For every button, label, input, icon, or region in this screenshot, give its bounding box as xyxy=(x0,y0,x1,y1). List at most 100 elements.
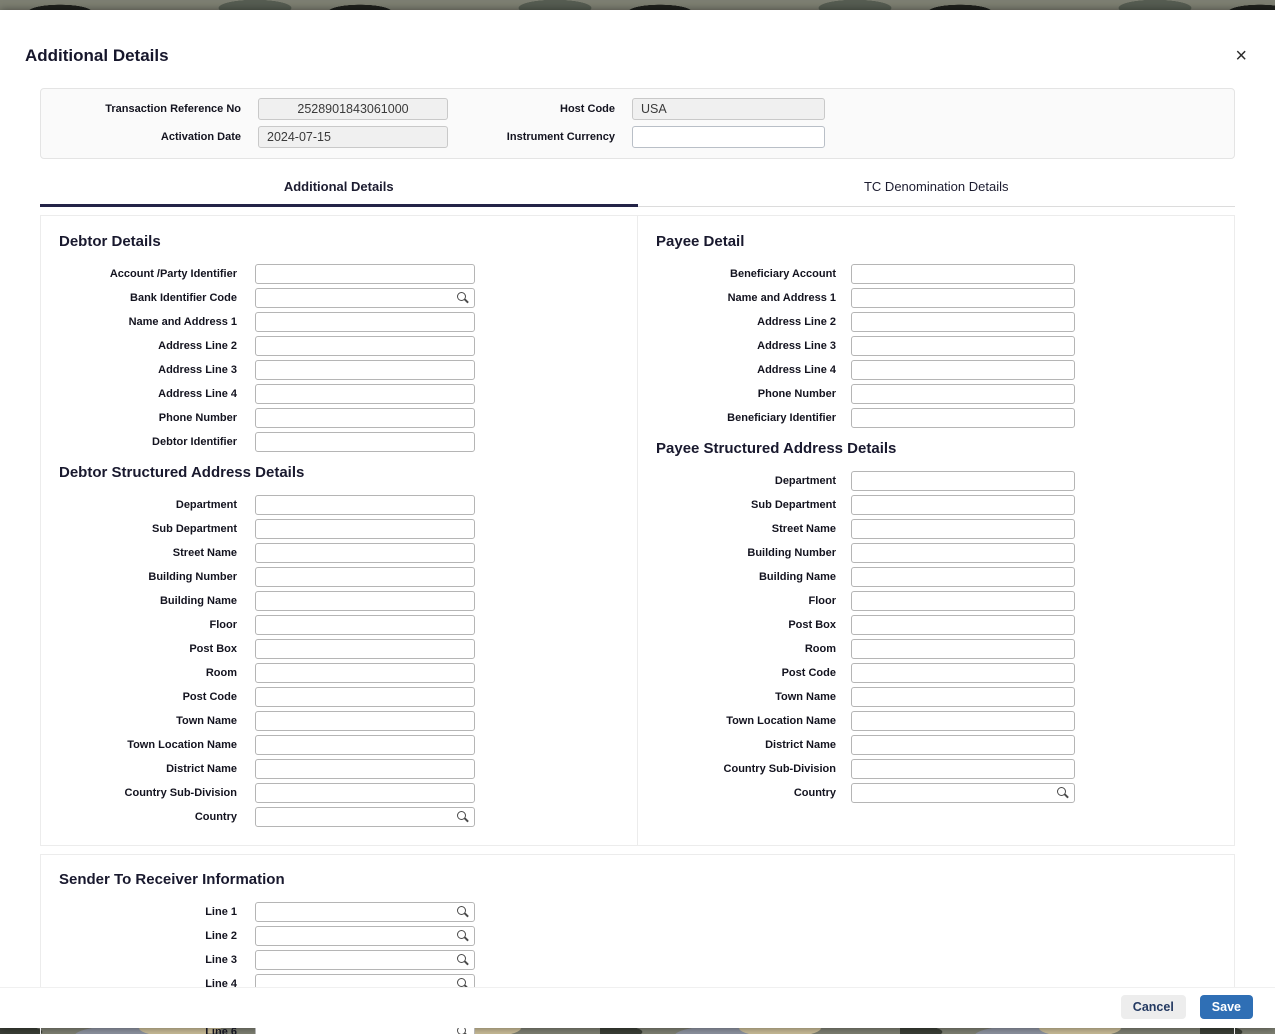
district-name-input[interactable] xyxy=(255,759,475,779)
field-label: Street Name xyxy=(771,523,836,535)
line-2-input[interactable] xyxy=(255,926,475,946)
field-input-wrap xyxy=(851,519,1075,539)
phone-number-input[interactable] xyxy=(255,408,475,428)
phone-number-input[interactable] xyxy=(851,384,1075,404)
address-line-3-input[interactable] xyxy=(255,360,475,380)
room-input[interactable] xyxy=(255,663,475,683)
field-row: Account /Party Identifier xyxy=(59,262,619,286)
field-label: Building Name xyxy=(159,595,237,607)
address-line-3-input[interactable] xyxy=(851,336,1075,356)
field-input-wrap xyxy=(255,735,475,755)
field-input-wrap xyxy=(255,950,475,970)
search-icon[interactable] xyxy=(457,906,469,918)
post-box-input[interactable] xyxy=(851,615,1075,635)
floor-input[interactable] xyxy=(255,615,475,635)
save-button[interactable]: Save xyxy=(1199,995,1253,1019)
field-label: Bank Identifier Code xyxy=(130,292,237,304)
instrument-currency-input[interactable] xyxy=(632,126,825,148)
payee-structured-section-title: Payee Structured Address Details xyxy=(656,440,897,457)
field-row: District Name xyxy=(59,757,619,781)
beneficiary-identifier-input[interactable] xyxy=(851,408,1075,428)
search-icon[interactable] xyxy=(457,292,469,304)
floor-input[interactable] xyxy=(851,591,1075,611)
country-sub-division-input[interactable] xyxy=(255,783,475,803)
bank-identifier-code-input[interactable] xyxy=(255,288,475,308)
field-row: Building Name xyxy=(656,565,1216,589)
address-line-4-input[interactable] xyxy=(255,384,475,404)
field-input-wrap xyxy=(255,288,475,308)
post-box-input[interactable] xyxy=(255,639,475,659)
field-input-wrap xyxy=(255,783,475,803)
field-row: Country Sub-Division xyxy=(59,781,619,805)
street-name-input[interactable] xyxy=(255,543,475,563)
building-name-input[interactable] xyxy=(255,591,475,611)
field-label: Town Name xyxy=(176,715,237,727)
field-label: Post Code xyxy=(781,667,836,679)
field-input-wrap xyxy=(255,902,475,922)
field-input-wrap xyxy=(851,783,1075,803)
sub-department-input[interactable] xyxy=(851,495,1075,515)
search-icon[interactable] xyxy=(457,930,469,942)
search-icon[interactable] xyxy=(457,811,469,823)
field-input-wrap xyxy=(255,408,475,428)
field-input-wrap xyxy=(255,591,475,611)
building-number-input[interactable] xyxy=(255,567,475,587)
field-label: Address Line 3 xyxy=(757,340,836,352)
field-row: Floor xyxy=(59,613,619,637)
transaction-reference-label: Transaction Reference No xyxy=(105,103,241,115)
town-name-input[interactable] xyxy=(255,711,475,731)
town-name-input[interactable] xyxy=(851,687,1075,707)
address-line-2-input[interactable] xyxy=(851,312,1075,332)
field-row: Department xyxy=(59,493,619,517)
payee-structured-fields: Department Sub Department Street Name Build… xyxy=(656,469,1216,805)
field-input-wrap xyxy=(255,615,475,635)
field-input-wrap xyxy=(851,543,1075,563)
cancel-button[interactable]: Cancel xyxy=(1120,995,1186,1019)
field-row: Post Code xyxy=(656,661,1216,685)
district-name-input[interactable] xyxy=(851,735,1075,755)
sub-department-input[interactable] xyxy=(255,519,475,539)
close-icon[interactable]: × xyxy=(1235,46,1247,66)
field-row: Beneficiary Identifier xyxy=(656,406,1216,430)
field-input-wrap xyxy=(851,312,1075,332)
account-party-identifier-input[interactable] xyxy=(255,264,475,284)
search-icon[interactable] xyxy=(1057,787,1069,799)
post-code-input[interactable] xyxy=(851,663,1075,683)
field-input-wrap xyxy=(851,288,1075,308)
tab-tc-denomination-details[interactable]: TC Denomination Details xyxy=(638,171,1236,206)
payee-details-section-title: Payee Detail xyxy=(656,233,745,250)
desktop-background: { "modal": { "title": "Additional Detail… xyxy=(0,0,1275,1034)
name-and-address-1-input[interactable] xyxy=(255,312,475,332)
field-row: Country xyxy=(656,781,1216,805)
field-row: Street Name xyxy=(656,517,1216,541)
town-location-name-input[interactable] xyxy=(851,711,1075,731)
tab-additional-details[interactable]: Additional Details xyxy=(40,171,638,207)
debtor-structured-fields: Department Sub Department Street Name Build… xyxy=(59,493,619,829)
room-input[interactable] xyxy=(851,639,1075,659)
address-line-4-input[interactable] xyxy=(851,360,1075,380)
line-3-input[interactable] xyxy=(255,950,475,970)
town-location-name-input[interactable] xyxy=(255,735,475,755)
field-label: Line 1 xyxy=(205,906,237,918)
field-row: Town Location Name xyxy=(59,733,619,757)
search-icon[interactable] xyxy=(457,954,469,966)
country-input[interactable] xyxy=(851,783,1075,803)
line-1-input[interactable] xyxy=(255,902,475,922)
street-name-input[interactable] xyxy=(851,519,1075,539)
address-line-2-input[interactable] xyxy=(255,336,475,356)
field-input-wrap xyxy=(255,384,475,404)
country-sub-division-input[interactable] xyxy=(851,759,1075,779)
department-input[interactable] xyxy=(851,471,1075,491)
country-input[interactable] xyxy=(255,807,475,827)
field-label: Name and Address 1 xyxy=(727,292,836,304)
beneficiary-account-input[interactable] xyxy=(851,264,1075,284)
post-code-input[interactable] xyxy=(255,687,475,707)
field-input-wrap xyxy=(255,495,475,515)
name-and-address-1-input[interactable] xyxy=(851,288,1075,308)
field-label: Sub Department xyxy=(751,499,836,511)
debtor-identifier-input[interactable] xyxy=(255,432,475,452)
page-title: Additional Details xyxy=(25,46,169,65)
building-name-input[interactable] xyxy=(851,567,1075,587)
department-input[interactable] xyxy=(255,495,475,515)
building-number-input[interactable] xyxy=(851,543,1075,563)
